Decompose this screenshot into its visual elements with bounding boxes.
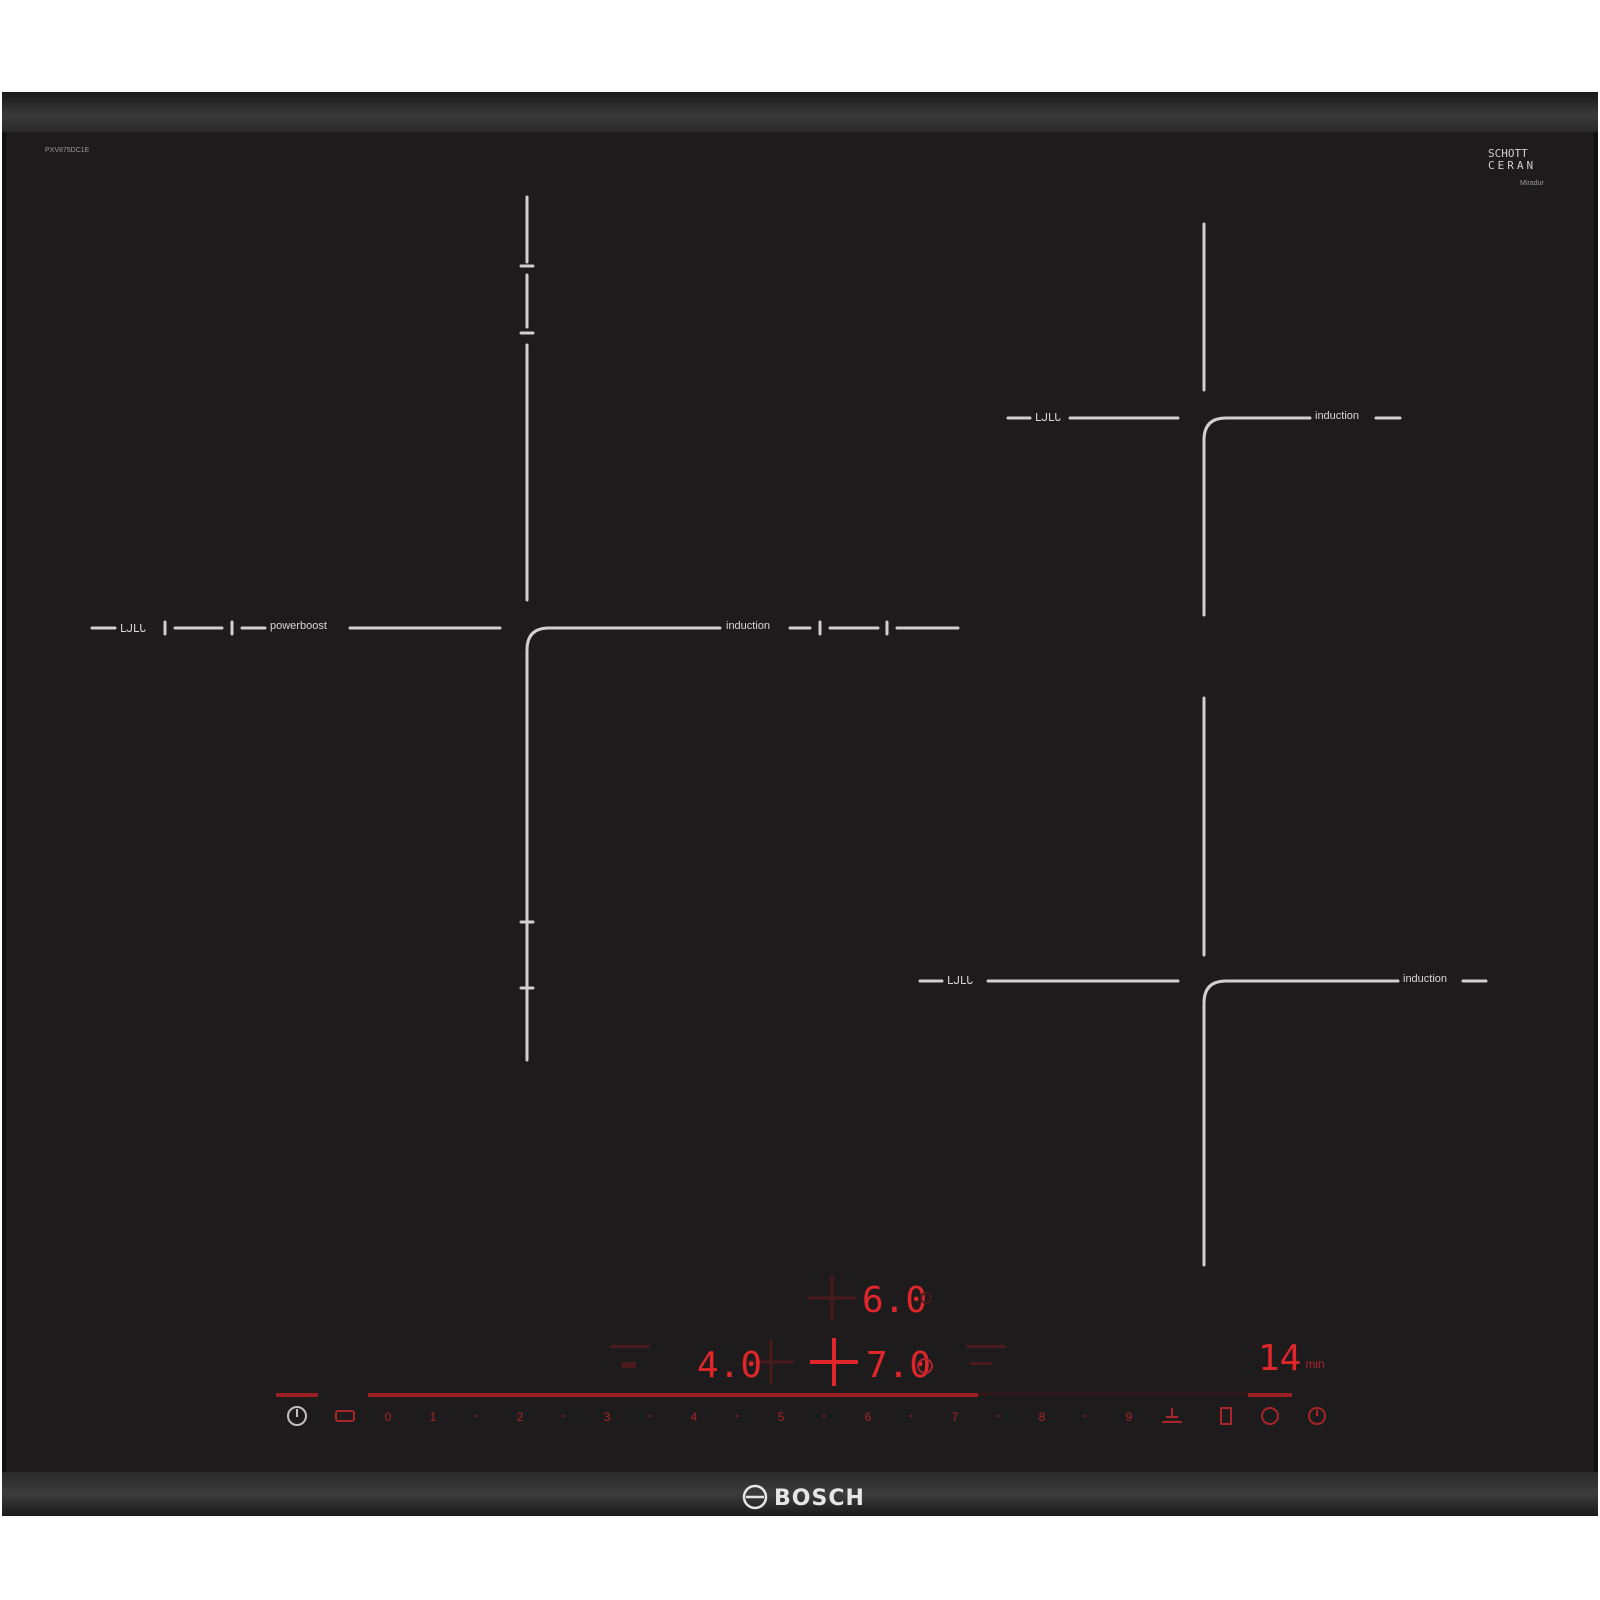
level-4[interactable]: 4 [691,1410,698,1424]
flex-indicator-left-2 [622,1362,636,1368]
half-step-dot [996,1414,1000,1418]
level-8[interactable]: 8 [1039,1410,1046,1424]
half-step-dot [735,1414,739,1418]
display-left-level: 4.0 [697,1345,762,1386]
level-9[interactable]: 9 [1126,1410,1133,1424]
top-edge [2,92,1598,132]
flex-indicator-right [966,1345,1006,1348]
timer-unit: min [1305,1357,1324,1371]
level-6[interactable]: 6 [865,1410,872,1424]
level-7[interactable]: 7 [952,1410,959,1424]
display-top-level: 6.0 [862,1280,927,1321]
level-0[interactable]: 0 [385,1410,392,1424]
right-top-induction-label: induction [1315,410,1359,422]
cooktop: PXV875DC1E SCHOTT CERAN Miradur ᒪᒍᒪᒐ pow… [2,92,1598,1516]
flex-indicator-left [610,1345,650,1348]
half-step-dot [561,1414,565,1418]
slider-track [978,1393,1248,1395]
half-step-dot [1083,1414,1087,1418]
level-2[interactable]: 2 [517,1410,524,1424]
left-zone-powerboost-label: powerboost [270,620,327,632]
brand-name: BOSCH [774,1486,865,1511]
flex-indicator-right-2 [970,1362,992,1365]
level-5[interactable]: 5 [778,1410,785,1424]
display-timer: 14 [1258,1338,1301,1379]
level-3[interactable]: 3 [604,1410,611,1424]
left-zone-cookware-label: ᒪᒍᒪᒐ [120,623,146,635]
model-code: PXV875DC1E [45,147,90,154]
slider-left-segment [276,1393,318,1397]
slider-right-segment [1248,1393,1292,1397]
right-top-cookware-label: ᒪᒍᒪᒐ [1035,412,1061,424]
right-bottom-induction-label: induction [1403,973,1447,985]
half-step-dot [648,1414,652,1418]
cert-line2: CERAN [1488,159,1536,172]
left-zone-induction-label: induction [726,620,770,632]
half-step-dot [474,1414,478,1418]
display-center-level: 7.0 [866,1345,931,1386]
level-1[interactable]: 1 [430,1410,437,1424]
cert-line3: Miradur [1520,180,1544,187]
half-step-dot [822,1414,826,1418]
right-bottom-cookware-label: ᒪᒍᒪᒐ [947,975,973,987]
power-slider[interactable] [368,1393,978,1397]
half-step-dot [909,1414,913,1418]
glass-surface [6,130,1594,1476]
